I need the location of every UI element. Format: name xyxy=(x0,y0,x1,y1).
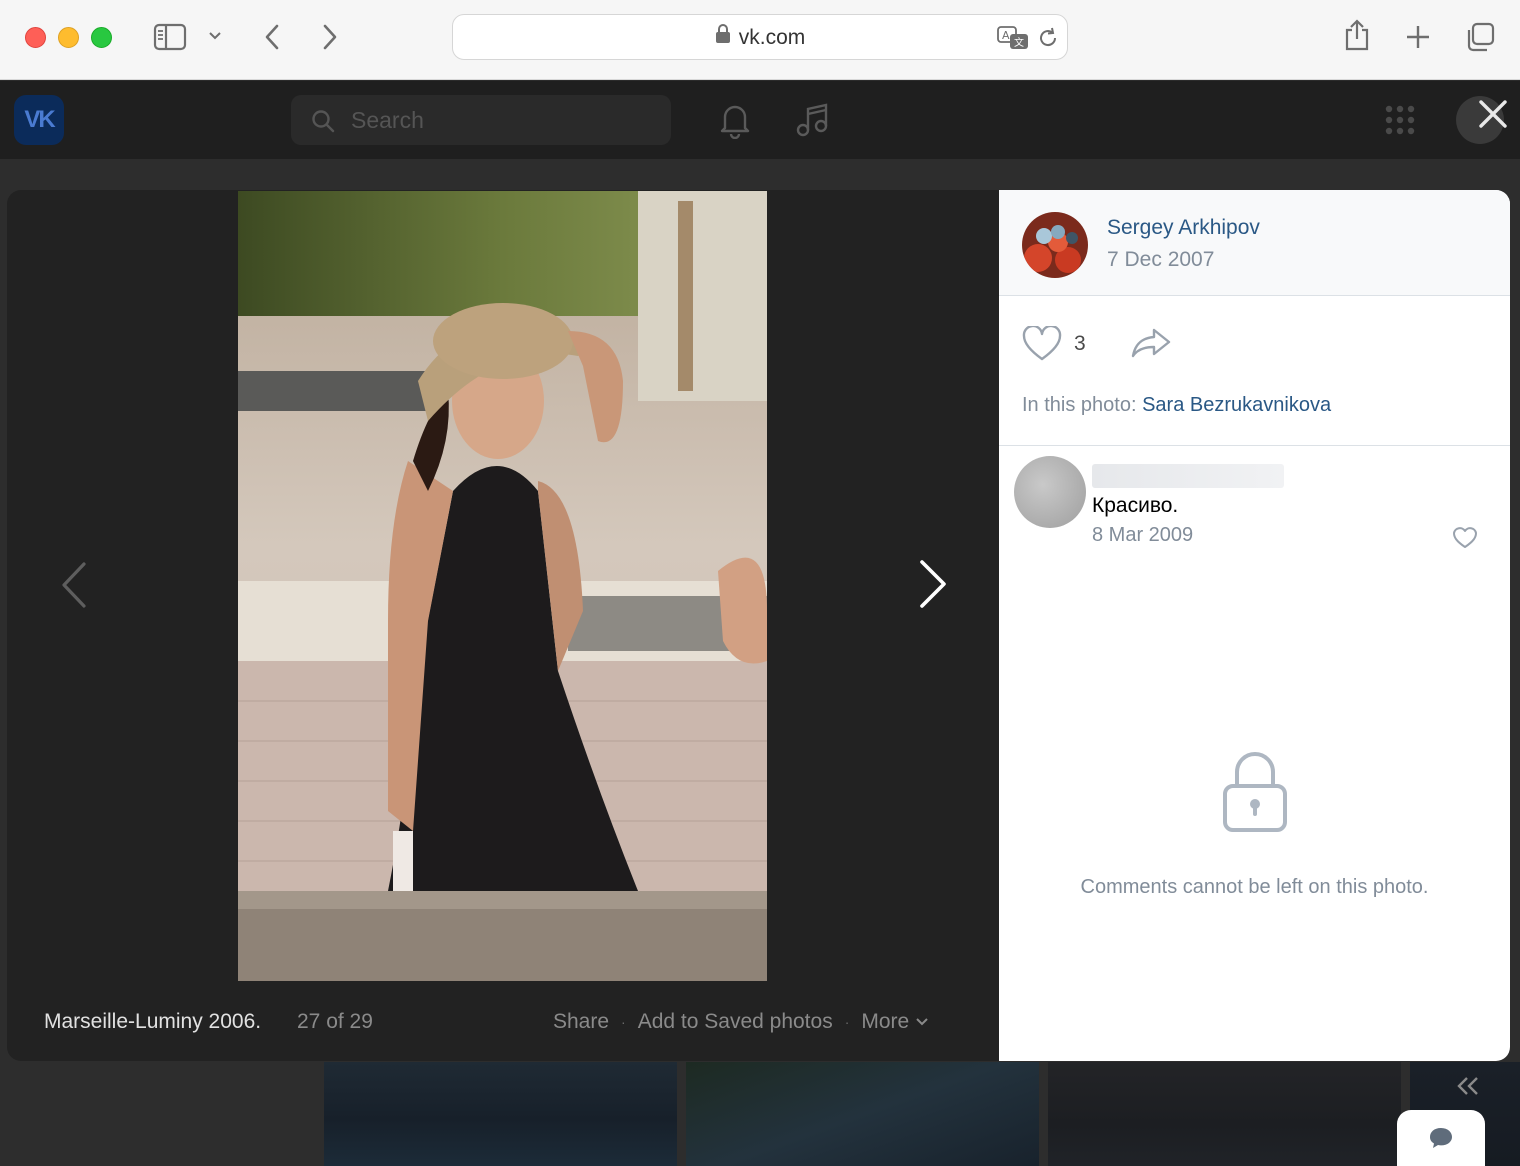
forward-icon[interactable] xyxy=(320,22,340,52)
photo-caption: Marseille-Luminy 2006. xyxy=(44,1010,262,1033)
album-thumbnail[interactable] xyxy=(324,1062,677,1166)
new-tab-icon[interactable] xyxy=(1405,24,1431,50)
minimize-window-button[interactable] xyxy=(58,27,79,48)
search-input[interactable]: Search xyxy=(291,95,671,145)
author-avatar[interactable] xyxy=(1022,212,1088,278)
close-icon[interactable] xyxy=(1475,96,1511,137)
vk-header: VK Search xyxy=(0,81,1520,159)
panel-header: Sergey Arkhipov 7 Dec 2007 xyxy=(999,190,1510,296)
commenter-avatar[interactable] xyxy=(1014,456,1086,528)
album-thumbnail[interactable] xyxy=(686,1062,1039,1166)
photo-counter: 27 of 29 xyxy=(297,1010,373,1033)
url-text: vk.com xyxy=(738,26,806,49)
comments-disabled-message: Comments cannot be left on this photo. xyxy=(1080,876,1429,898)
back-icon[interactable] xyxy=(262,22,282,52)
author-name[interactable]: Sergey Arkhipov xyxy=(1107,216,1260,240)
photo-actions: Share · Add to Saved photos · More xyxy=(553,1008,929,1036)
tabs-overview-icon[interactable] xyxy=(1464,21,1496,53)
svg-text:A: A xyxy=(1002,29,1010,42)
photo-info-panel: Sergey Arkhipov 7 Dec 2007 3 In this pho… xyxy=(999,190,1510,1061)
zoom-window-button[interactable] xyxy=(91,27,112,48)
post-date[interactable]: 7 Dec 2007 xyxy=(1107,248,1214,272)
share-arrow-icon[interactable] xyxy=(1130,327,1172,364)
search-placeholder: Search xyxy=(351,107,424,133)
photo[interactable] xyxy=(238,191,767,981)
separator-dot: · xyxy=(621,1014,626,1030)
svg-text:文: 文 xyxy=(1014,36,1024,49)
next-photo-arrow-icon[interactable] xyxy=(914,558,950,615)
comment-like-icon[interactable] xyxy=(1452,526,1478,555)
reload-icon[interactable] xyxy=(1036,26,1060,50)
album-thumbnail[interactable] xyxy=(1048,1062,1401,1166)
collapse-double-chevron-icon[interactable] xyxy=(1455,1074,1481,1103)
more-label: More xyxy=(861,1010,910,1033)
translate-icon[interactable]: A文 xyxy=(996,25,1030,51)
like-button[interactable]: 3 xyxy=(1022,326,1086,362)
address-bar[interactable]: vk.com A文 xyxy=(452,14,1068,60)
chat-button[interactable] xyxy=(1397,1110,1485,1166)
lock-icon xyxy=(999,750,1510,841)
photo-image xyxy=(238,191,767,981)
likes-count: 3 xyxy=(1074,332,1086,355)
commenter-name-redacted[interactable] xyxy=(1092,464,1284,488)
chat-bubble-icon xyxy=(1430,1128,1452,1148)
comment-text: Красиво. xyxy=(1092,494,1179,517)
lock-icon xyxy=(715,15,731,61)
music-icon[interactable] xyxy=(795,101,831,144)
divider xyxy=(999,445,1510,446)
in-photo-label: In this photo: xyxy=(1022,394,1137,416)
share-icon[interactable] xyxy=(1343,18,1371,52)
tagged-people: In this photo: Sara Bezrukavnikova xyxy=(1022,394,1331,417)
prev-photo-arrow-icon[interactable] xyxy=(58,560,90,615)
search-icon xyxy=(312,110,335,133)
more-menu[interactable]: More xyxy=(861,1008,929,1036)
share-link[interactable]: Share xyxy=(553,1008,609,1036)
tagged-person-link[interactable]: Sara Bezrukavnikova xyxy=(1142,394,1331,416)
sidebar-icon[interactable] xyxy=(153,22,187,52)
close-window-button[interactable] xyxy=(25,27,46,48)
comment-date[interactable]: 8 Mar 2009 xyxy=(1092,524,1193,547)
bell-icon[interactable] xyxy=(718,101,752,144)
chevron-down-icon[interactable] xyxy=(207,30,223,42)
apps-grid-icon[interactable] xyxy=(1384,104,1416,141)
chevron-down-icon xyxy=(916,1018,928,1026)
browser-toolbar: vk.com A文 xyxy=(0,0,1520,80)
separator-dot: · xyxy=(844,1014,850,1030)
vk-logo[interactable]: VK xyxy=(14,95,64,145)
heart-icon xyxy=(1022,326,1062,361)
add-to-saved-link[interactable]: Add to Saved photos xyxy=(638,1008,833,1036)
